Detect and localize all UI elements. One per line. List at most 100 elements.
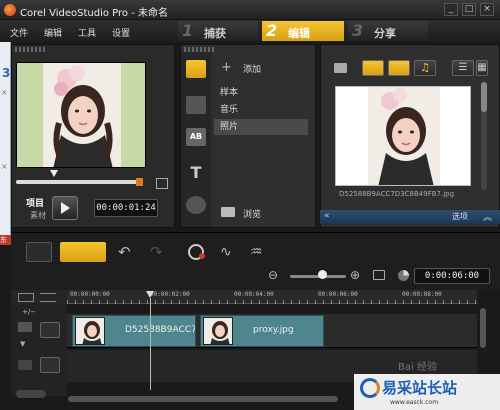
zoom-in-icon[interactable]: ⊕ (350, 268, 360, 282)
preview-image (17, 63, 145, 167)
record-glyph (188, 244, 205, 260)
show-photo-filter-button[interactable] (388, 60, 410, 76)
timeline-vertical-scrollbar[interactable] (480, 308, 486, 348)
video-track-icon[interactable] (40, 322, 60, 338)
chevron-up-icon[interactable]: ︽ (483, 210, 492, 223)
ruler-label: 00:00:06:00 (318, 291, 358, 298)
clip-thumbnail (203, 317, 233, 345)
storyboard-view-button[interactable] (26, 242, 52, 262)
folder-samples[interactable]: 样本 (214, 85, 308, 101)
media-scrollbar-thumb[interactable] (481, 82, 487, 112)
preview-timecode[interactable]: 00:00:01:24 (94, 199, 158, 217)
scrub-marker[interactable] (50, 170, 58, 177)
clip-thumbnail (75, 317, 105, 345)
mode-clip[interactable]: 素材 (30, 210, 46, 221)
menu-tools[interactable]: 工具 (78, 26, 96, 39)
add-folder-button[interactable]: 添加 (243, 62, 261, 75)
mode-project[interactable]: 项目 (26, 196, 44, 209)
options-button[interactable]: 选项 (452, 211, 468, 222)
chevron-down-icon[interactable]: ▼ (20, 340, 25, 348)
enlarge-preview-icon[interactable] (156, 178, 168, 189)
redo-icon[interactable]: ↷ (150, 242, 176, 262)
zoom-slider-knob[interactable] (318, 270, 327, 279)
ruler-ticks (67, 300, 477, 304)
browser-sliver-tag: 东 (0, 235, 11, 245)
minimize-button[interactable]: _ (444, 3, 458, 16)
add-icon[interactable]: + (221, 60, 232, 75)
site-logo-icon (360, 378, 380, 398)
overlay-track-icon[interactable] (40, 357, 60, 373)
folder-music[interactable]: 音乐 (214, 102, 308, 118)
clip-label: proxy.jpg (253, 325, 294, 335)
playhead-marker[interactable] (146, 291, 154, 298)
menu-file[interactable]: 文件 (10, 26, 28, 39)
project-duration-icon (398, 270, 409, 281)
timeline-clip[interactable]: proxy.jpg (200, 315, 324, 347)
close-icon: × (1, 88, 8, 97)
ruler-label: 00:00:08:00 (402, 291, 442, 298)
play-icon (61, 202, 70, 214)
scrub-bar[interactable] (16, 180, 140, 184)
playhead-line (150, 298, 151, 390)
record-capture-icon[interactable] (186, 242, 212, 262)
thumbnail-caption: D52588B9ACC7D3C8B49FB7.jpg (339, 190, 455, 198)
step-number: 3 (352, 21, 364, 40)
zoom-out-icon[interactable]: ⊖ (268, 268, 278, 282)
list-view-button[interactable]: ☰ (452, 60, 474, 76)
thumbnail-image (336, 87, 470, 185)
tab-share[interactable]: 3 分享 (348, 21, 428, 41)
effects-category-icon[interactable] (186, 196, 206, 214)
overlay-track-toggle-icon[interactable] (18, 360, 32, 370)
ruler-label: 00:00:00:00 (70, 291, 110, 298)
baidu-watermark: Bai 经验 (398, 362, 437, 373)
browse-button[interactable]: 浏览 (243, 207, 261, 220)
audio-waveform-icon[interactable]: ∿ (220, 242, 246, 262)
media-thumbnail[interactable] (335, 86, 471, 186)
track-header-column (11, 304, 67, 396)
timeline-horizontal-scrollbar[interactable] (68, 396, 338, 402)
step-label: 分享 (374, 27, 396, 40)
show-audio-filter-button[interactable]: ♫ (414, 60, 436, 76)
folder-icon[interactable] (334, 63, 347, 73)
preview-screen (16, 62, 146, 168)
title-category-icon[interactable]: AB (186, 128, 206, 146)
fit-project-icon[interactable] (373, 270, 385, 280)
timeline-clip[interactable]: D52588B9ACC7 (72, 315, 196, 347)
tab-capture[interactable]: 1 捕获 (178, 21, 258, 41)
show-video-filter-button[interactable] (362, 60, 384, 76)
collapse-library-icon[interactable]: « (324, 211, 330, 221)
window-title: Corel VideoStudio Pro - 未命名 (20, 8, 168, 19)
step-label: 编辑 (288, 27, 310, 40)
close-icon: × (1, 162, 8, 171)
sound-mixer-icon[interactable]: ♒ (250, 242, 276, 262)
menu-edit[interactable]: 编辑 (44, 26, 62, 39)
timeline-view-button[interactable] (60, 242, 106, 262)
menu-settings[interactable]: 设置 (112, 26, 130, 39)
watermark-url: www.easck.com (390, 399, 439, 406)
chapter-point-icon[interactable] (40, 293, 56, 302)
app-logo-icon (4, 4, 16, 16)
track-manager-icon[interactable] (18, 293, 34, 302)
media-category-icon[interactable] (186, 60, 206, 78)
trim-end-marker[interactable] (136, 178, 143, 186)
step-label: 捕获 (204, 27, 226, 40)
thumbnail-view-button[interactable]: ▦ (476, 60, 488, 76)
options-bar (320, 210, 500, 224)
track-toggle-icon[interactable]: +/− (22, 308, 36, 316)
track-manager-button[interactable] (16, 390, 46, 398)
undo-icon[interactable]: ↶ (118, 242, 144, 262)
panel-grip[interactable] (15, 47, 45, 52)
transition-category-icon[interactable] (186, 96, 206, 114)
maximize-button[interactable]: □ (462, 3, 476, 16)
tab-edit[interactable]: 2 编辑 (262, 21, 344, 41)
folder-photos[interactable]: 照片 (214, 119, 308, 135)
browser-sliver-number: 3 (2, 66, 11, 80)
ruler-label: 00:00:04:00 (234, 291, 274, 298)
watermark-text: 易采站长站 (382, 379, 458, 397)
close-button[interactable]: × (480, 3, 494, 16)
video-track-toggle-icon[interactable] (18, 322, 32, 332)
step-number: 1 (182, 21, 194, 40)
step-number: 2 (266, 21, 278, 40)
browse-icon[interactable] (221, 207, 235, 217)
text-category-icon[interactable]: T (186, 164, 206, 182)
